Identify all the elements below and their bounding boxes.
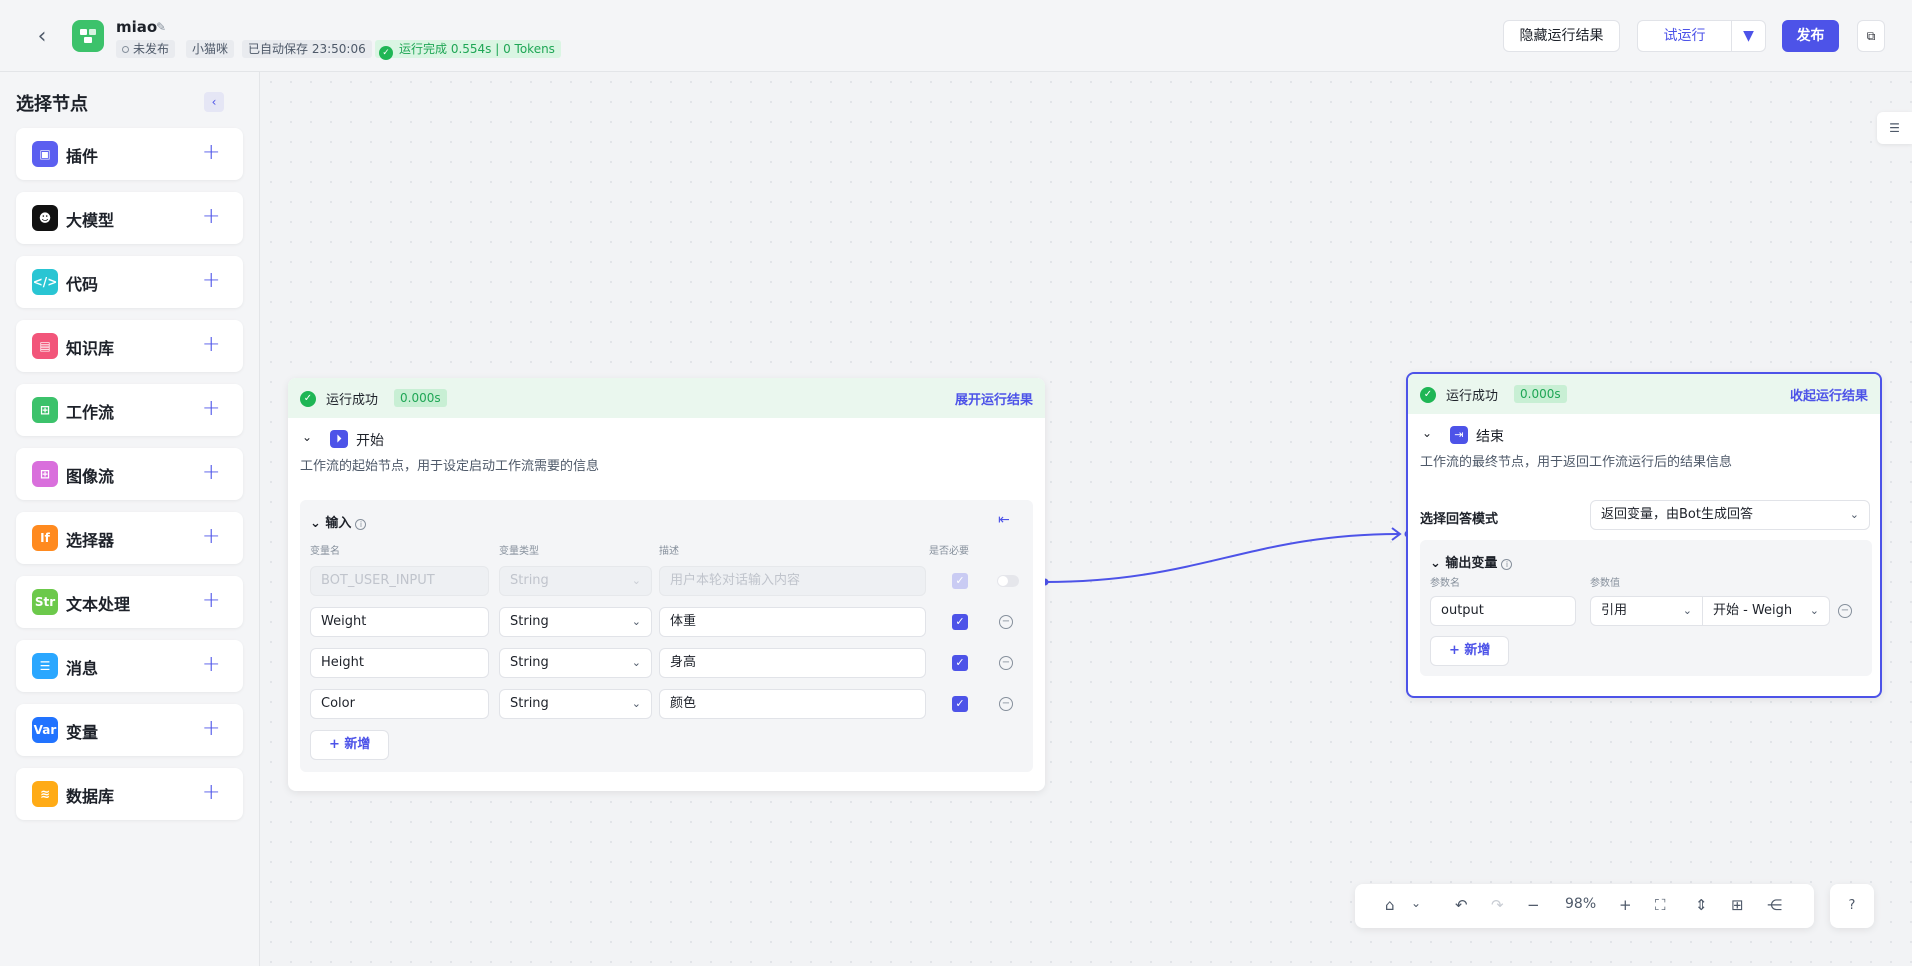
collapse-results-link[interactable]: 收起运行结果 <box>1790 385 1868 404</box>
collapse-all-icon[interactable]: ⇕ <box>1695 896 1708 914</box>
collapse-chevron-icon[interactable]: ⌄ <box>302 430 312 444</box>
check-circle-icon: ✓ <box>300 391 316 407</box>
add-input-label: 新增 <box>344 737 371 752</box>
chevron-down-icon: ⌄ <box>1682 604 1692 617</box>
var-type-select[interactable]: String ⌄ <box>499 607 652 637</box>
auto-layout-icon[interactable]: ⊞ <box>1731 896 1744 914</box>
chevron-down-icon: ⌄ <box>1849 508 1859 521</box>
var-desc-field[interactable]: 体重 <box>659 607 926 637</box>
output-section-title[interactable]: ⌄ 输出变量 i <box>1430 552 1513 571</box>
input-section-label: 输入 <box>325 516 352 531</box>
var-type-select[interactable]: String ⌄ <box>499 689 652 719</box>
col-desc-header: 描述 <box>659 546 679 557</box>
side-panel-toggle-icon[interactable]: ☰ <box>1877 112 1912 144</box>
remove-output-icon[interactable]: − <box>1838 604 1852 618</box>
start-run-bar: ✓ 运行成功 0.000s 展开运行结果 <box>288 378 1045 418</box>
add-input-button[interactable]: + 新增 <box>310 730 390 760</box>
undo-icon[interactable]: ↶ <box>1455 896 1468 914</box>
toggle-switch <box>997 575 1019 587</box>
output-section-label: 输出变量 <box>1445 556 1498 571</box>
chevron-down-icon[interactable]: ⌄ <box>1411 896 1421 910</box>
output-name-field[interactable]: output <box>1430 596 1576 626</box>
plus-icon: + <box>1449 643 1465 658</box>
remove-row-icon[interactable]: − <box>999 656 1013 670</box>
col-param-header: 参数名 <box>1430 578 1460 589</box>
output-section: ⌄ 输出变量 i 参数名 参数值 output 引用 ⌄ 开始 - Weigh ⌄ −… <box>1420 540 1872 676</box>
var-type-select[interactable]: String ⌄ <box>499 648 652 678</box>
start-node-title: 开始 <box>356 433 384 449</box>
fit-view-icon[interactable]: ⛶ <box>1655 896 1666 914</box>
required-checkbox[interactable]: ✓ <box>952 614 968 630</box>
var-name-field[interactable]: Weight <box>310 607 489 637</box>
minimap-icon[interactable]: ⋲ <box>1767 896 1782 914</box>
ref-value-text: 开始 - Weigh <box>1713 603 1793 618</box>
col-required-header: 是否必要 <box>929 546 969 557</box>
chevron-down-icon: ⌄ <box>1809 604 1819 617</box>
var-name-field[interactable]: Height <box>310 648 489 678</box>
var-type-value: String <box>510 655 549 670</box>
var-type-select: String ⌄ <box>499 566 652 596</box>
zoom-in-icon[interactable]: + <box>1619 896 1632 914</box>
remove-row-icon[interactable]: − <box>999 697 1013 711</box>
remove-row-icon[interactable]: − <box>999 615 1013 629</box>
zoom-level: 98% <box>1565 896 1597 912</box>
collapse-chevron-icon[interactable]: ⌄ <box>1422 426 1432 440</box>
var-name-field: BOT_USER_INPUT <box>310 566 489 596</box>
zoom-out-icon[interactable]: − <box>1527 896 1540 914</box>
chevron-down-icon: ⌄ <box>631 574 641 587</box>
end-run-status: 运行成功 <box>1446 389 1499 404</box>
expand-results-link[interactable]: 展开运行结果 <box>955 389 1033 408</box>
import-icon[interactable]: ⇤ <box>998 512 1010 528</box>
add-output-label: 新增 <box>1464 643 1491 658</box>
input-section: ⌄ 输入 i ⇤ 变量名 变量类型 描述 是否必要 BOT_USER_INPUT … <box>300 500 1033 772</box>
check-circle-icon: ✓ <box>1420 387 1436 403</box>
start-node-description: 工作流的起始节点，用于设定启动工作流需要的信息 <box>300 459 600 474</box>
answer-mode-select[interactable]: 返回变量，由Bot生成回答 ⌄ <box>1590 500 1870 530</box>
mouse-mode-icon[interactable]: ⌂ <box>1385 896 1395 914</box>
required-checkbox[interactable]: ✓ <box>952 655 968 671</box>
answer-mode-label: 选择回答模式 <box>1420 512 1499 527</box>
info-icon: i <box>1501 559 1513 570</box>
canvas-toolbar: ⌂ ⌄ ↶ ↷ − 98% + ⛶ ⇕ ⊞ ⋲ <box>1355 884 1814 928</box>
start-run-status: 运行成功 <box>326 393 379 408</box>
chevron-down-icon: ⌄ <box>1430 556 1446 571</box>
start-node-icon: ⏵ <box>330 430 348 448</box>
ref-type-select[interactable]: 引用 ⌄ <box>1590 596 1703 626</box>
answer-mode-value: 返回变量，由Bot生成回答 <box>1601 507 1753 522</box>
required-checkbox: ✓ <box>952 573 968 589</box>
add-output-button[interactable]: + 新增 <box>1430 636 1510 666</box>
chevron-down-icon: ⌄ <box>310 516 326 531</box>
chevron-down-icon: ⌄ <box>631 656 641 669</box>
chevron-down-icon: ⌄ <box>631 615 641 628</box>
redo-icon[interactable]: ↷ <box>1491 896 1504 914</box>
end-run-bar: ✓ 运行成功 0.000s 收起运行结果 <box>1408 374 1880 414</box>
required-checkbox[interactable]: ✓ <box>952 696 968 712</box>
var-name-field[interactable]: Color <box>310 689 489 719</box>
var-desc-field[interactable]: 颜色 <box>659 689 926 719</box>
ref-type-value: 引用 <box>1601 603 1628 618</box>
col-name-header: 变量名 <box>310 546 340 557</box>
var-type-value: String <box>510 573 549 588</box>
end-node-icon: ⇥ <box>1450 426 1468 444</box>
end-run-time: 0.000s <box>1514 385 1567 403</box>
var-desc-field: 用户本轮对话输入内容 <box>659 566 926 596</box>
chevron-down-icon: ⌄ <box>631 697 641 710</box>
var-type-value: String <box>510 696 549 711</box>
col-type-header: 变量类型 <box>499 546 539 557</box>
var-type-value: String <box>510 614 549 629</box>
var-desc-field[interactable]: 身高 <box>659 648 926 678</box>
end-node-title: 结束 <box>1476 429 1504 445</box>
plus-icon: + <box>329 737 345 752</box>
end-node[interactable]: ✓ 运行成功 0.000s 收起运行结果 ⌄ ⇥ 结束 工作流的最终节点，用于返… <box>1406 372 1882 698</box>
start-node[interactable]: ✓ 运行成功 0.000s 展开运行结果 ⌄ ⏵ 开始 工作流的起始节点，用于设… <box>288 378 1045 791</box>
col-value-header: 参数值 <box>1590 578 1620 589</box>
input-section-title[interactable]: ⌄ 输入 i <box>310 512 367 531</box>
help-icon[interactable]: ? <box>1830 884 1874 928</box>
info-icon: i <box>355 519 367 530</box>
start-run-time: 0.000s <box>394 389 447 407</box>
end-node-description: 工作流的最终节点，用于返回工作流运行后的结果信息 <box>1420 455 1733 470</box>
ref-value-select[interactable]: 开始 - Weigh ⌄ <box>1702 596 1830 626</box>
